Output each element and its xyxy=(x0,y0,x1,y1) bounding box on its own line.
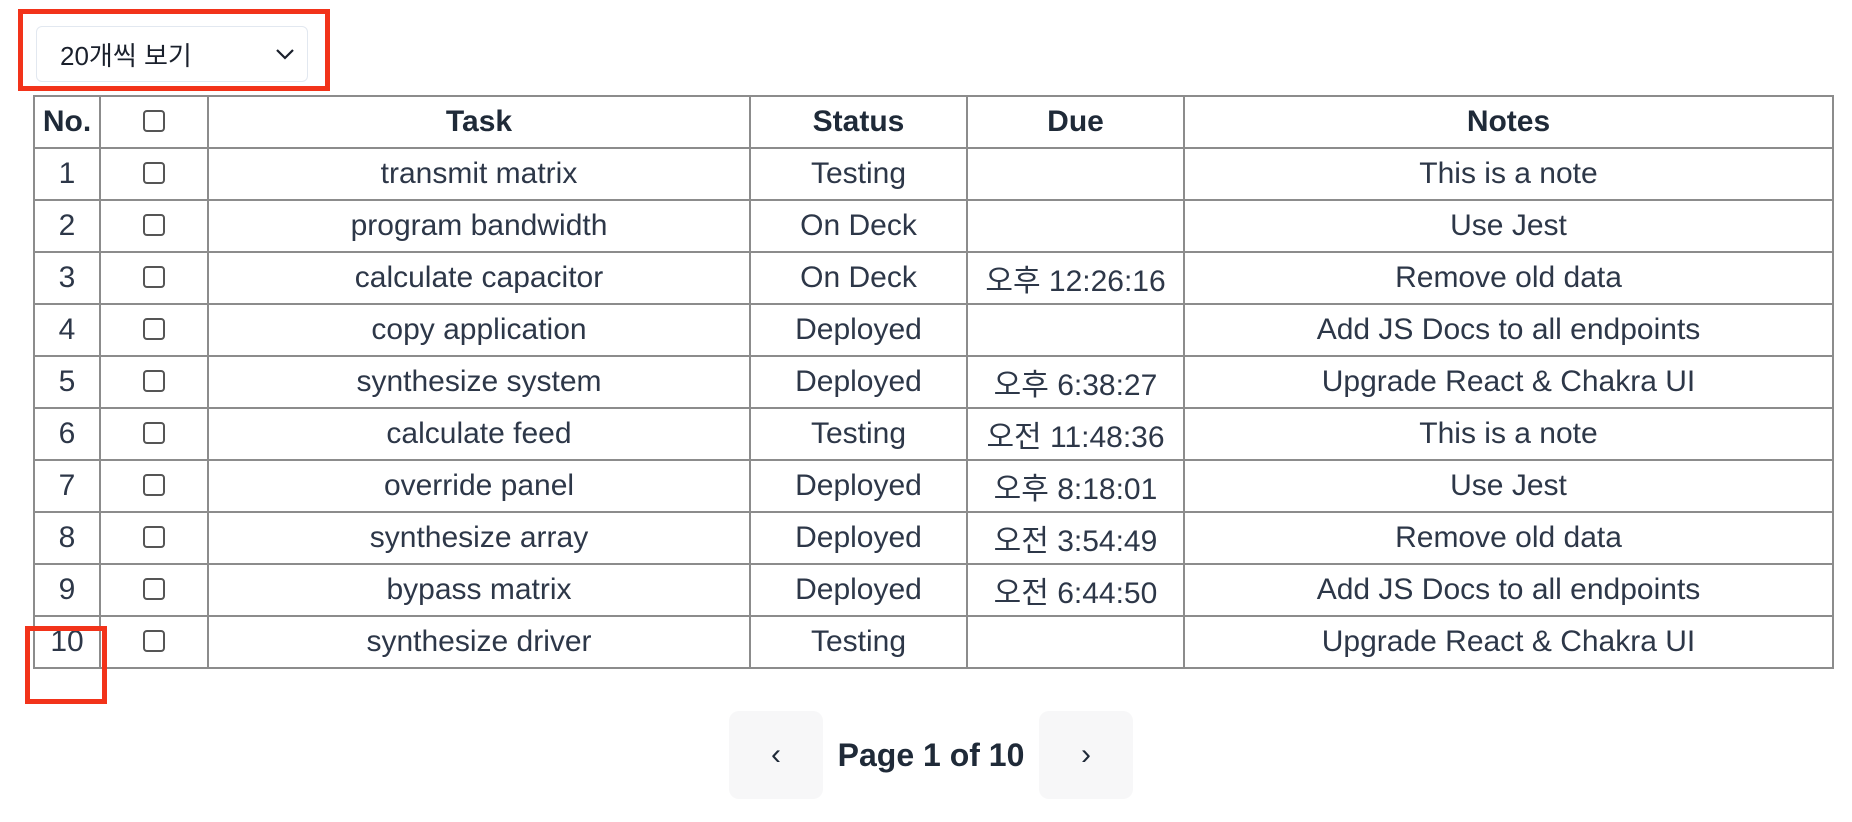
notes-cell: Upgrade React & Chakra UI xyxy=(1183,355,1834,409)
row-number-highlight xyxy=(25,626,107,704)
row-checkbox[interactable] xyxy=(143,370,165,393)
row-checkbox[interactable] xyxy=(143,162,165,185)
page-size-highlight: 20개씩 보기 xyxy=(18,9,330,91)
row-select[interactable] xyxy=(99,615,209,669)
task-cell: copy application xyxy=(207,303,751,357)
header-no[interactable]: No. xyxy=(33,95,101,149)
chevron-down-icon xyxy=(276,49,294,60)
page-size-select[interactable]: 20개씩 보기 xyxy=(36,26,308,82)
notes-cell: Add JS Docs to all endpoints xyxy=(1183,563,1834,617)
due-cell: 오전 11:48:36 xyxy=(966,407,1185,461)
status-cell: Testing xyxy=(749,615,968,669)
table-row[interactable]: 1 transmit matrix Testing This is a note xyxy=(33,147,1834,201)
row-select[interactable] xyxy=(99,407,209,461)
due-cell xyxy=(966,199,1185,253)
next-page-button[interactable]: › xyxy=(1039,711,1133,799)
row-select[interactable] xyxy=(99,147,209,201)
status-cell: On Deck xyxy=(749,199,968,253)
notes-cell: Use Jest xyxy=(1183,199,1834,253)
pagination: ‹ Page 1 of 10 › xyxy=(729,711,1133,799)
row-checkbox[interactable] xyxy=(143,630,165,653)
task-cell: bypass matrix xyxy=(207,563,751,617)
status-cell: Deployed xyxy=(749,459,968,513)
notes-cell: Use Jest xyxy=(1183,459,1834,513)
notes-cell: This is a note xyxy=(1183,407,1834,461)
header-select-all[interactable] xyxy=(99,95,209,149)
table-row[interactable]: 6 calculate feed Testing 오전 11:48:36 This is… xyxy=(33,407,1834,461)
row-checkbox[interactable] xyxy=(143,526,165,549)
task-cell: calculate capacitor xyxy=(207,251,751,305)
row-select[interactable] xyxy=(99,303,209,357)
due-cell: 오후 6:38:27 xyxy=(966,355,1185,409)
header-notes[interactable]: Notes xyxy=(1183,95,1834,149)
row-number: 2 xyxy=(33,199,101,253)
page-indicator: Page 1 of 10 xyxy=(837,736,1025,773)
row-number: 5 xyxy=(33,355,101,409)
due-cell xyxy=(966,147,1185,201)
status-cell: Deployed xyxy=(749,303,968,357)
row-number: 6 xyxy=(33,407,101,461)
row-number: 7 xyxy=(33,459,101,513)
table-row[interactable]: 5 synthesize system Deployed 오후 6:38:27 Upgr… xyxy=(33,355,1834,409)
notes-cell: Remove old data xyxy=(1183,511,1834,565)
task-cell: calculate feed xyxy=(207,407,751,461)
row-select[interactable] xyxy=(99,511,209,565)
header-task[interactable]: Task xyxy=(207,95,751,149)
row-checkbox[interactable] xyxy=(143,266,165,289)
header-due[interactable]: Due xyxy=(966,95,1185,149)
row-number: 3 xyxy=(33,251,101,305)
status-cell: Deployed xyxy=(749,563,968,617)
task-cell: program bandwidth xyxy=(207,199,751,253)
row-checkbox[interactable] xyxy=(143,318,165,341)
due-cell xyxy=(966,615,1185,669)
notes-cell: Add JS Docs to all endpoints xyxy=(1183,303,1834,357)
row-select[interactable] xyxy=(99,199,209,253)
row-number: 1 xyxy=(33,147,101,201)
row-checkbox[interactable] xyxy=(143,474,165,497)
status-cell: On Deck xyxy=(749,251,968,305)
row-checkbox[interactable] xyxy=(143,214,165,237)
table-row[interactable]: 4 copy application Deployed Add JS Docs to … xyxy=(33,303,1834,357)
prev-page-button[interactable]: ‹ xyxy=(729,711,823,799)
table-row[interactable]: 8 synthesize array Deployed 오전 3:54:49 Remov… xyxy=(33,511,1834,565)
due-cell xyxy=(966,303,1185,357)
row-select[interactable] xyxy=(99,459,209,513)
task-cell: synthesize driver xyxy=(207,615,751,669)
due-cell: 오후 12:26:16 xyxy=(966,251,1185,305)
table-row[interactable]: 3 calculate capacitor On Deck 오후 12:26:16 Re… xyxy=(33,251,1834,305)
table-header-row: No. Task Status Due Notes xyxy=(33,95,1834,149)
table-row[interactable]: 7 override panel Deployed 오후 8:18:01 Use Jes… xyxy=(33,459,1834,513)
row-select[interactable] xyxy=(99,251,209,305)
table-row[interactable]: 2 program bandwidth On Deck Use Jest xyxy=(33,199,1834,253)
due-cell: 오전 6:44:50 xyxy=(966,563,1185,617)
header-status[interactable]: Status xyxy=(749,95,968,149)
row-number: 4 xyxy=(33,303,101,357)
task-cell: transmit matrix xyxy=(207,147,751,201)
row-checkbox[interactable] xyxy=(143,578,165,601)
table-row[interactable]: 10 synthesize driver Testing Upgrade React … xyxy=(33,615,1834,669)
row-number: 9 xyxy=(33,563,101,617)
row-select[interactable] xyxy=(99,355,209,409)
status-cell: Testing xyxy=(749,407,968,461)
due-cell: 오전 3:54:49 xyxy=(966,511,1185,565)
row-select[interactable] xyxy=(99,563,209,617)
task-table: No. Task Status Due Notes 1 transmit matr… xyxy=(33,95,1834,669)
task-cell: synthesize system xyxy=(207,355,751,409)
notes-cell: This is a note xyxy=(1183,147,1834,201)
status-cell: Deployed xyxy=(749,355,968,409)
status-cell: Deployed xyxy=(749,511,968,565)
table-row[interactable]: 9 bypass matrix Deployed 오전 6:44:50 Add JS D… xyxy=(33,563,1834,617)
page-size-label: 20개씩 보기 xyxy=(60,40,192,71)
due-cell: 오후 8:18:01 xyxy=(966,459,1185,513)
notes-cell: Upgrade React & Chakra UI xyxy=(1183,615,1834,669)
row-checkbox[interactable] xyxy=(143,422,165,445)
notes-cell: Remove old data xyxy=(1183,251,1834,305)
status-cell: Testing xyxy=(749,147,968,201)
task-cell: override panel xyxy=(207,459,751,513)
task-cell: synthesize array xyxy=(207,511,751,565)
select-all-checkbox[interactable] xyxy=(143,110,165,133)
row-number: 8 xyxy=(33,511,101,565)
